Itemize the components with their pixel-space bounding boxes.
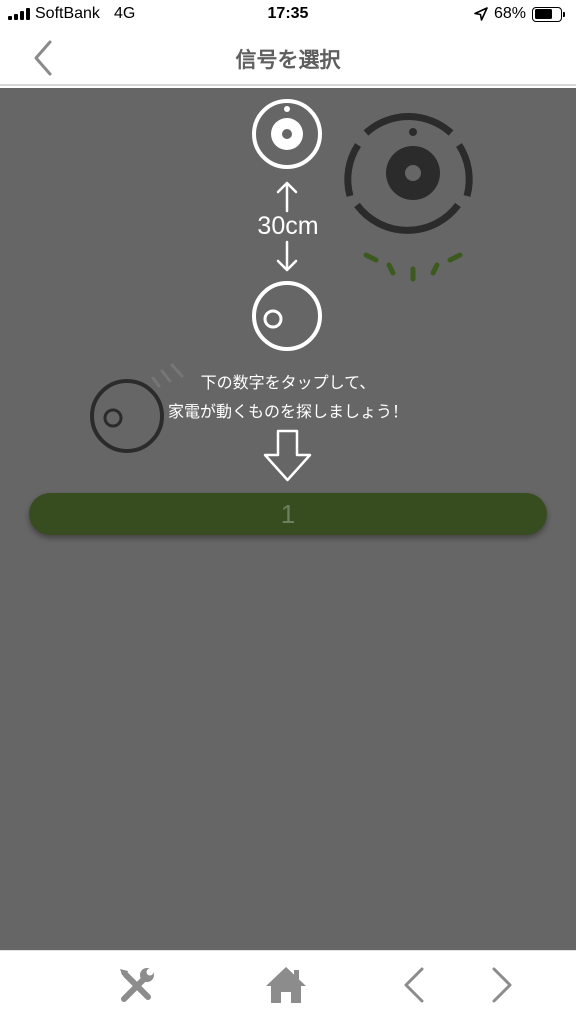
arrow-down-icon — [276, 240, 298, 272]
tools-button[interactable] — [112, 961, 160, 1009]
main-content: 30cm 下の数字をタップして、 家電が動くものを探しましょう！ 1 — [0, 88, 576, 950]
status-bar: SoftBank 4G 17:35 68% — [0, 0, 576, 30]
device-bottom-icon — [252, 281, 322, 351]
home-icon — [266, 967, 306, 1003]
instruction-line-1: 下の数字をタップして、 — [200, 373, 376, 392]
chevron-left-icon — [404, 967, 424, 1003]
bottom-toolbar — [0, 950, 576, 1024]
arrow-up-icon — [276, 181, 298, 213]
signal-waves-icon — [363, 252, 463, 282]
pairing-illustration — [90, 99, 473, 482]
down-pointer-icon — [263, 429, 312, 482]
location-arrow-icon — [474, 7, 488, 21]
chevron-right-icon — [492, 967, 512, 1003]
page-title: 信号を選択 — [235, 48, 341, 72]
previous-button[interactable] — [392, 961, 440, 1009]
tools-icon — [120, 968, 154, 1002]
battery-icon — [532, 6, 565, 22]
status-right: 68% — [474, 5, 565, 23]
battery-percent: 68% — [493, 5, 526, 22]
distance-label: 30cm — [257, 212, 319, 240]
signal-button-1[interactable]: 1 — [29, 493, 547, 535]
device-top-icon — [252, 99, 322, 169]
battery-fill — [534, 9, 552, 19]
navigation-bar: 信号を選択 — [0, 30, 576, 86]
home-button[interactable] — [262, 961, 310, 1009]
robot-cleaner-icon — [344, 113, 473, 234]
next-button[interactable] — [476, 961, 524, 1009]
instruction-line-2: 家電が動くものを探しましょう！ — [167, 402, 408, 421]
